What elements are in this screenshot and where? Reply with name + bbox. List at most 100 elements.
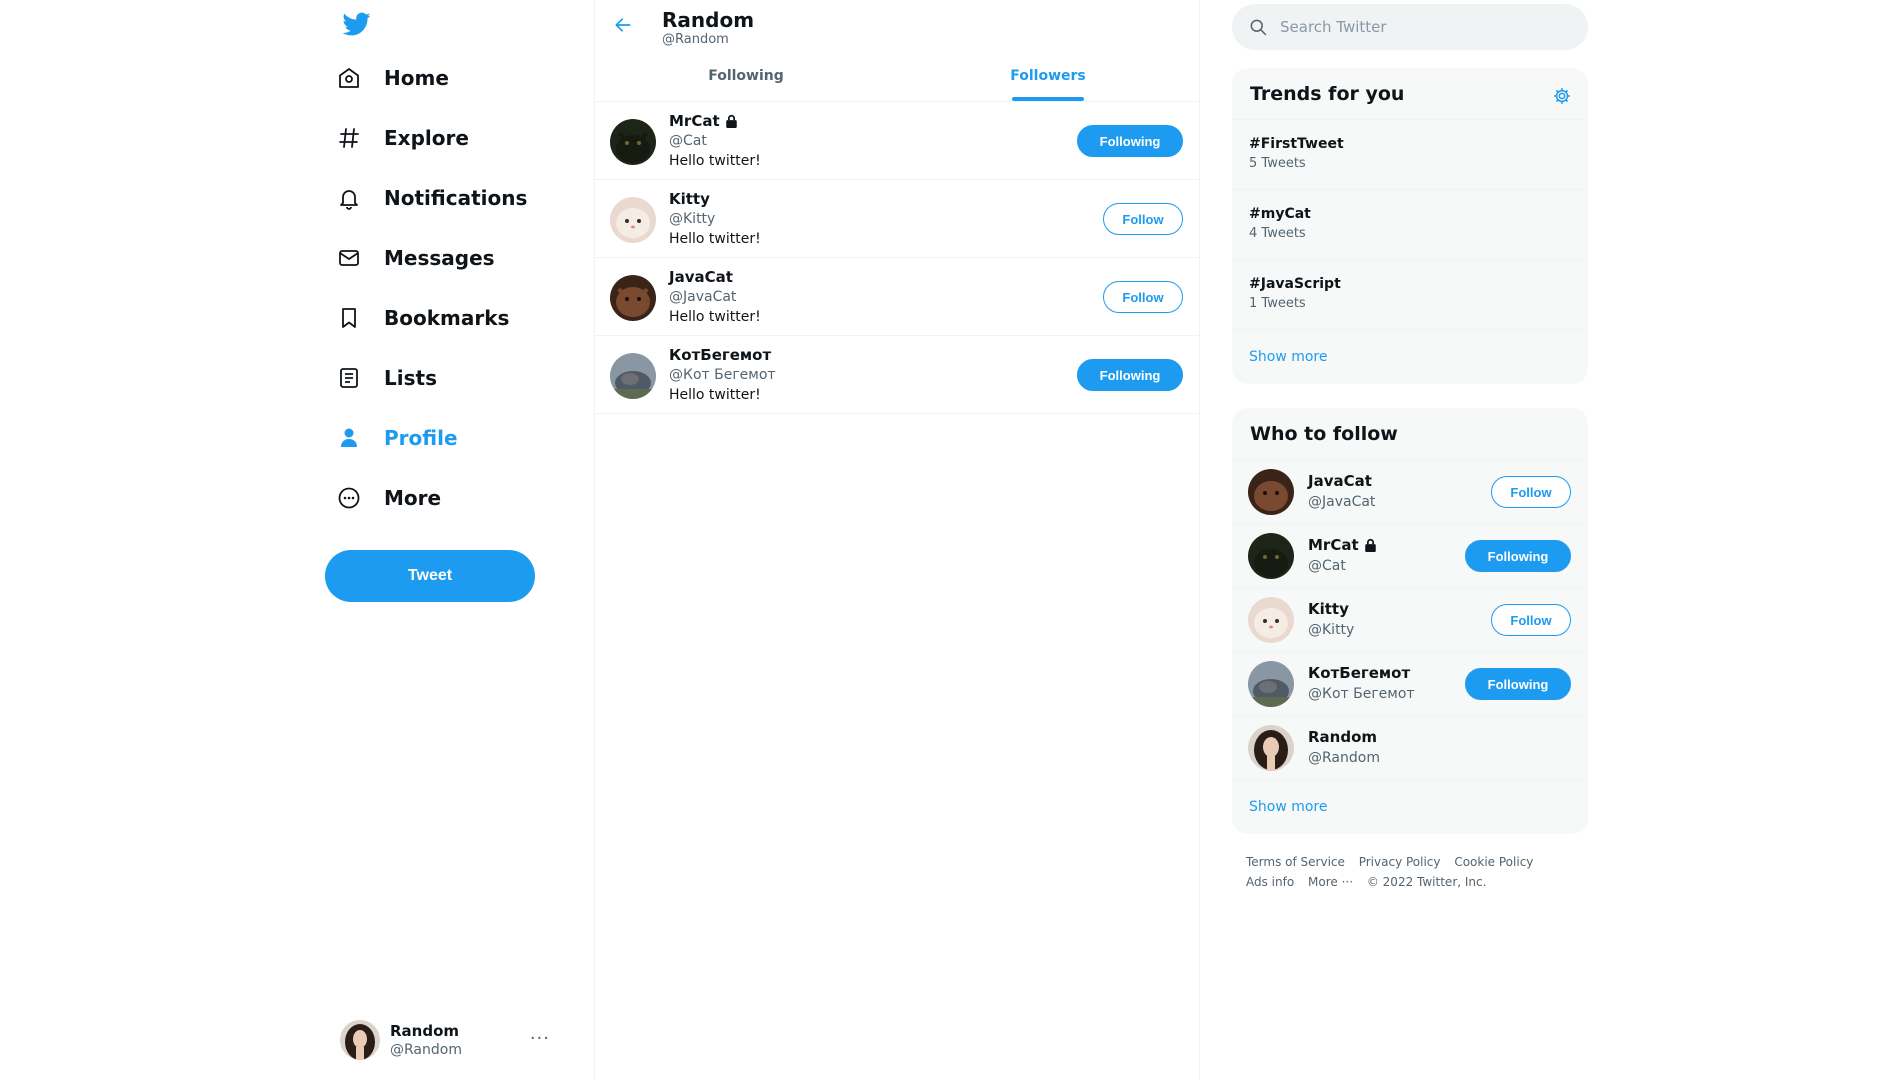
nav-item-messages[interactable]: Messages xyxy=(336,234,495,282)
nav-label-profile: Profile xyxy=(384,426,458,450)
nav-item-notifications[interactable]: Notifications xyxy=(336,174,527,222)
trend-item[interactable]: #myCat 4 Tweets xyxy=(1232,190,1588,260)
account-more-icon[interactable]: ··· xyxy=(530,1028,550,1049)
search-icon xyxy=(1248,17,1268,37)
user-handle: @Кот Бегемот xyxy=(669,367,776,383)
nav-label-home: Home xyxy=(384,66,449,90)
following-button[interactable]: Following xyxy=(1077,125,1183,157)
nav-label-messages: Messages xyxy=(384,246,495,270)
avatar xyxy=(1248,469,1294,515)
user-handle: @JavaCat xyxy=(1308,494,1376,510)
who-to-follow-show-more-link[interactable]: Show more xyxy=(1232,780,1588,834)
follow-button[interactable]: Follow xyxy=(1491,604,1571,636)
home-icon xyxy=(336,65,362,91)
nav-item-explore[interactable]: Explore xyxy=(336,114,469,162)
user-handle: @Cat xyxy=(669,133,707,149)
twitter-bird-icon[interactable] xyxy=(342,10,376,40)
copyright: © 2022 Twitter, Inc. xyxy=(1366,875,1487,889)
user-handle: @Кот Бегемот xyxy=(1308,686,1415,702)
who-to-follow-title: Who to follow xyxy=(1232,408,1588,460)
user-handle: @Kitty xyxy=(1308,622,1355,638)
search-bar[interactable] xyxy=(1232,4,1588,50)
hashtag-icon xyxy=(336,125,362,151)
account-name: Random xyxy=(390,1022,460,1040)
page-title: Random xyxy=(662,8,755,32)
person-icon xyxy=(336,425,362,451)
avatar xyxy=(340,1020,380,1060)
footer-more-link[interactable]: More ··· xyxy=(1308,875,1353,889)
tab-followers[interactable]: Followers xyxy=(897,50,1199,101)
user-name: КотБегемот xyxy=(669,346,772,364)
user-handle: @Kitty xyxy=(669,211,716,227)
who-to-follow-panel: Who to follow JavaCat @JavaCat Follow Mr… xyxy=(1232,408,1588,834)
nav-item-bookmarks[interactable]: Bookmarks xyxy=(336,294,509,342)
avatar xyxy=(1248,597,1294,643)
list-item[interactable]: Kitty @Kitty Follow xyxy=(1232,588,1588,652)
right-column: Trends for you #FirstTweet 5 Tweets #myC… xyxy=(1232,0,1588,1080)
ads-info-link[interactable]: Ads info xyxy=(1246,875,1294,889)
search-input[interactable] xyxy=(1280,18,1560,36)
follow-button[interactable]: Follow xyxy=(1491,476,1571,508)
tab-following[interactable]: Following xyxy=(595,50,897,101)
lock-icon xyxy=(725,114,738,128)
sidebar: Home Explore Notifications Messages Book… xyxy=(320,0,592,1080)
follow-button[interactable]: Follow xyxy=(1103,203,1183,235)
following-button[interactable]: Following xyxy=(1465,668,1571,700)
account-switcher[interactable]: Random @Random ··· xyxy=(340,1018,580,1062)
lock-icon xyxy=(1364,538,1377,552)
user-handle: @Cat xyxy=(1308,558,1346,574)
cookie-link[interactable]: Cookie Policy xyxy=(1454,855,1533,869)
bell-icon xyxy=(336,185,362,211)
nav-label-more: More xyxy=(384,486,442,510)
user-bio: Hello twitter! xyxy=(669,231,761,247)
trend-tag: #JavaScript xyxy=(1249,276,1341,292)
trends-show-more-link[interactable]: Show more xyxy=(1232,330,1588,384)
page-header: Random @Random xyxy=(595,0,1199,50)
nav-item-more[interactable]: More xyxy=(336,474,441,522)
follow-button[interactable]: Follow xyxy=(1103,281,1183,313)
list-item[interactable]: КотБегемот @Кот Бегемот Following xyxy=(1232,652,1588,716)
nav-item-home[interactable]: Home xyxy=(336,54,449,102)
trend-item[interactable]: #FirstTweet 5 Tweets xyxy=(1232,120,1588,190)
user-name: Kitty xyxy=(669,190,710,208)
list-item[interactable]: JavaCat @JavaCat Hello twitter! Follow xyxy=(595,258,1199,336)
user-bio: Hello twitter! xyxy=(669,387,761,403)
trend-tag: #FirstTweet xyxy=(1249,136,1344,152)
user-name: MrCat xyxy=(1308,536,1377,554)
trends-panel: Trends for you #FirstTweet 5 Tweets #myC… xyxy=(1232,68,1588,384)
list-item[interactable]: JavaCat @JavaCat Follow xyxy=(1232,460,1588,524)
list-item[interactable]: MrCat @Cat Following xyxy=(1232,524,1588,588)
trends-title: Trends for you xyxy=(1232,68,1588,120)
user-bio: Hello twitter! xyxy=(669,153,761,169)
avatar xyxy=(610,119,656,165)
nav-item-lists[interactable]: Lists xyxy=(336,354,437,402)
following-button[interactable]: Following xyxy=(1465,540,1571,572)
avatar xyxy=(610,275,656,321)
avatar xyxy=(610,353,656,399)
user-name: Kitty xyxy=(1308,600,1349,618)
nav-label-notifications: Notifications xyxy=(384,186,528,210)
list-item[interactable]: MrCat @Cat Hello twitter! Following xyxy=(595,102,1199,180)
avatar xyxy=(1248,661,1294,707)
user-name: JavaCat xyxy=(669,268,733,286)
list-item[interactable]: КотБегемот @Кот Бегемот Hello twitter! F… xyxy=(595,336,1199,414)
nav-item-profile[interactable]: Profile xyxy=(336,414,458,462)
gear-icon[interactable] xyxy=(1552,86,1572,106)
list-item[interactable]: Kitty @Kitty Hello twitter! Follow xyxy=(595,180,1199,258)
avatar xyxy=(1248,725,1294,771)
tweet-button[interactable]: Tweet xyxy=(325,550,535,602)
nav-label-lists: Lists xyxy=(384,366,437,390)
user-handle: @JavaCat xyxy=(669,289,737,305)
footer-links: Terms of Service Privacy Policy Cookie P… xyxy=(1246,852,1576,892)
list-item[interactable]: Random @Random xyxy=(1232,716,1588,780)
avatar xyxy=(610,197,656,243)
terms-link[interactable]: Terms of Service xyxy=(1246,855,1345,869)
following-button[interactable]: Following xyxy=(1077,359,1183,391)
privacy-link[interactable]: Privacy Policy xyxy=(1359,855,1441,869)
envelope-icon xyxy=(336,245,362,271)
tab-bar: Following Followers xyxy=(595,50,1199,102)
avatar xyxy=(1248,533,1294,579)
user-handle: @Random xyxy=(1308,750,1380,766)
trend-item[interactable]: #JavaScript 1 Tweets xyxy=(1232,260,1588,330)
back-arrow-icon[interactable] xyxy=(613,15,635,37)
